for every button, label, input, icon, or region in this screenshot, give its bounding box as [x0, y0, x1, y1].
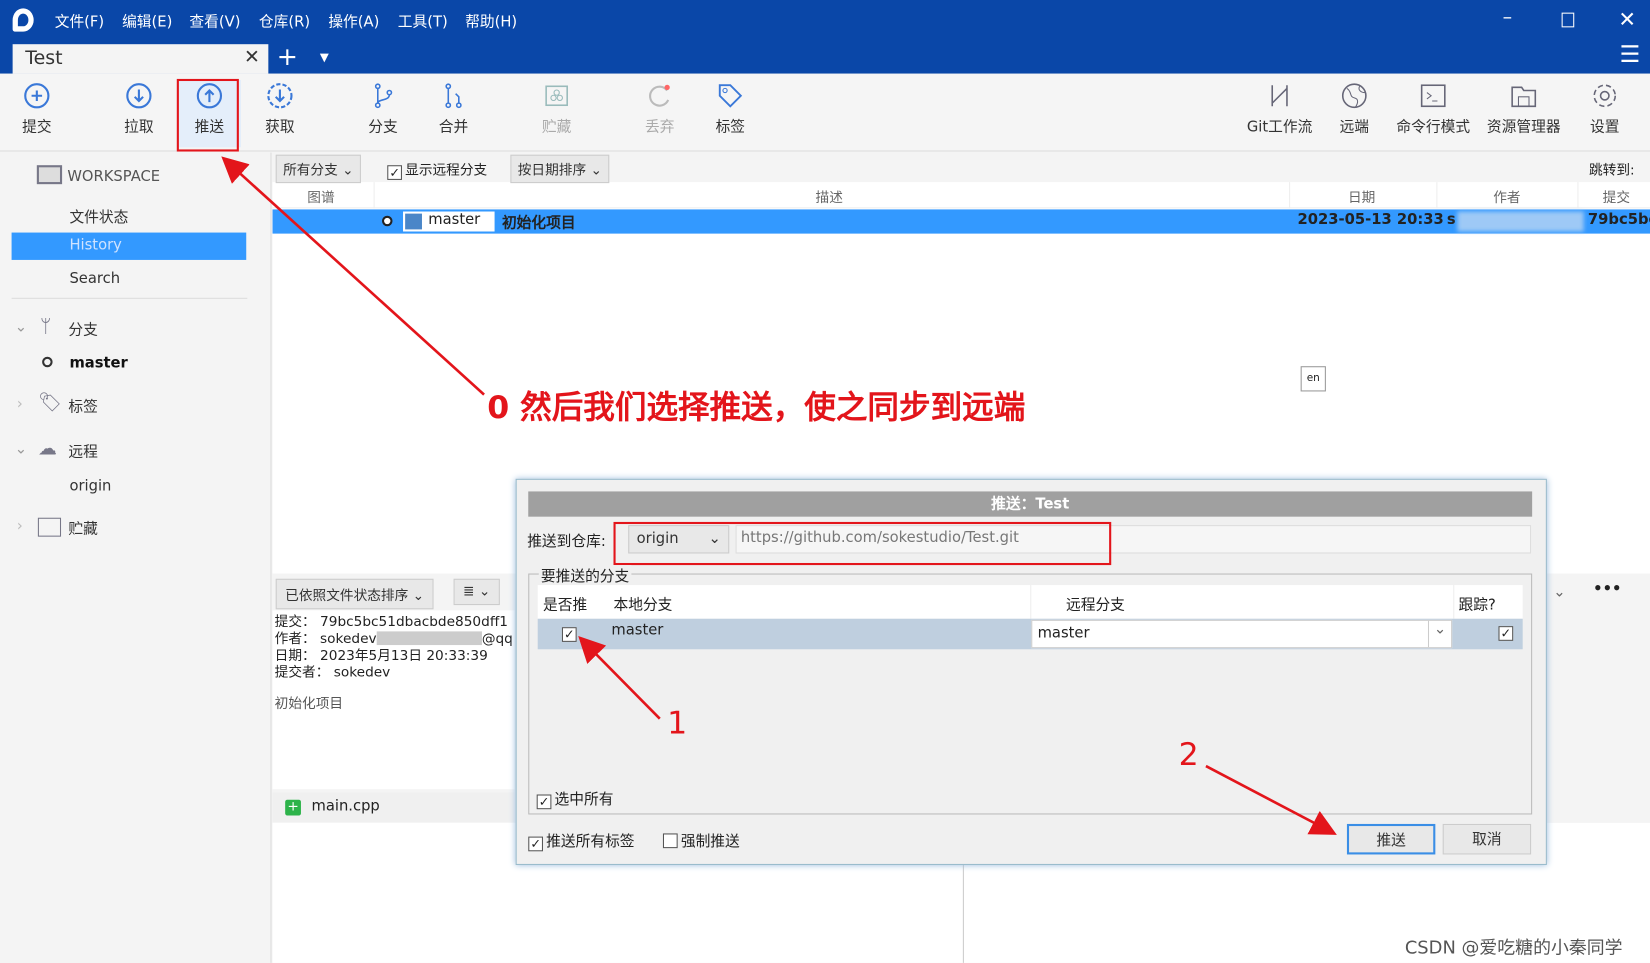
watermark: CSDN @爱吃糖的小秦同学	[1404, 937, 1623, 959]
annotation-arrows	[221, 156, 1337, 835]
arrow-to-branch-checkbox	[578, 636, 661, 720]
annotation-step-1: 1	[667, 705, 688, 742]
arrow-to-push-confirm	[1205, 764, 1337, 835]
annotation-step-0: 0 然后我们选择推送，使之同步到远端	[487, 389, 1026, 427]
annotation-step-2: 2	[1178, 736, 1199, 774]
arrow-to-push-button	[221, 156, 485, 396]
